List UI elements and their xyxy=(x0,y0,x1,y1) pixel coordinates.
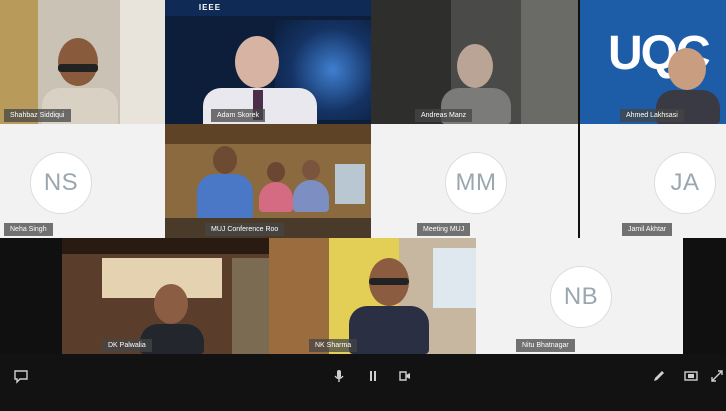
participant-tile-shahbaz[interactable]: Shahbaz Siddiqui xyxy=(0,0,165,124)
participant-video-person xyxy=(195,146,255,226)
participant-tile-conference-room[interactable]: MUJ Conference Roo xyxy=(165,124,371,238)
participant-video-person xyxy=(349,258,429,354)
participant-avatar: MM xyxy=(445,152,507,214)
participant-name: Shahbaz Siddiqui xyxy=(4,109,71,122)
participant-video-person xyxy=(293,160,329,214)
background-shelf xyxy=(0,0,38,124)
background-dark xyxy=(371,0,451,124)
participant-video-person xyxy=(259,162,293,214)
participant-tile-meeting-muj[interactable]: MM Meeting MUJ xyxy=(371,124,578,238)
microphone-icon[interactable] xyxy=(330,368,348,388)
participant-name: Neha Singh xyxy=(4,223,53,236)
participant-name: NK Sharma xyxy=(309,339,358,352)
participant-tile-jamil[interactable]: JA Jamil Akhtar xyxy=(580,124,726,238)
participant-name: Adam Skorek xyxy=(211,109,266,122)
room-ceiling xyxy=(165,124,371,144)
participant-name: Jamil Akhtar xyxy=(622,223,673,236)
room-wall-left xyxy=(269,238,329,354)
participant-name: DK Palwalia xyxy=(102,339,152,352)
ieee-logo: IEEE xyxy=(198,3,222,12)
background-window xyxy=(120,0,165,124)
pen-icon[interactable] xyxy=(650,368,668,388)
expand-icon[interactable] xyxy=(708,368,726,388)
participant-name: Nitu Bhatnagar xyxy=(516,339,575,352)
participant-tile-neha[interactable]: NS Neha Singh xyxy=(0,124,165,238)
screen-icon[interactable] xyxy=(682,368,700,388)
participant-name: Andreas Manz xyxy=(415,109,473,122)
participant-name: Meeting MUJ xyxy=(417,223,471,236)
pause-icon[interactable] xyxy=(364,368,382,388)
participant-tile-andreas[interactable]: Andreas Manz xyxy=(371,0,578,124)
background-wall xyxy=(521,0,578,124)
participant-avatar: NB xyxy=(550,266,612,328)
meeting-controls-bar xyxy=(0,354,726,411)
chat-icon[interactable] xyxy=(12,368,30,388)
participant-tile-nitu[interactable]: NB Nitu Bhatnagar xyxy=(476,238,683,354)
meeting-grid: Shahbaz Siddiqui IEEE Adam Skorek Andrea… xyxy=(0,0,726,411)
participant-tile-nk[interactable]: NK Sharma xyxy=(269,238,476,354)
participant-avatar: NS xyxy=(30,152,92,214)
participant-avatar: JA xyxy=(654,152,716,214)
room-ceiling xyxy=(62,238,269,254)
ieee-banner: IEEE xyxy=(165,0,371,16)
participant-tile-ahmed[interactable]: UQC Ahmed Lakhsasi xyxy=(580,0,726,124)
room-screen xyxy=(335,164,365,204)
participant-name: MUJ Conference Roo xyxy=(205,223,285,236)
participant-name: Ahmed Lakhsasi xyxy=(620,109,684,122)
room-window xyxy=(433,248,476,308)
camera-icon[interactable] xyxy=(396,368,414,388)
participant-tile-adam[interactable]: IEEE Adam Skorek xyxy=(165,0,371,124)
participant-tile-dk[interactable]: DK Palwalia xyxy=(62,238,269,354)
room-shelf xyxy=(232,258,269,354)
